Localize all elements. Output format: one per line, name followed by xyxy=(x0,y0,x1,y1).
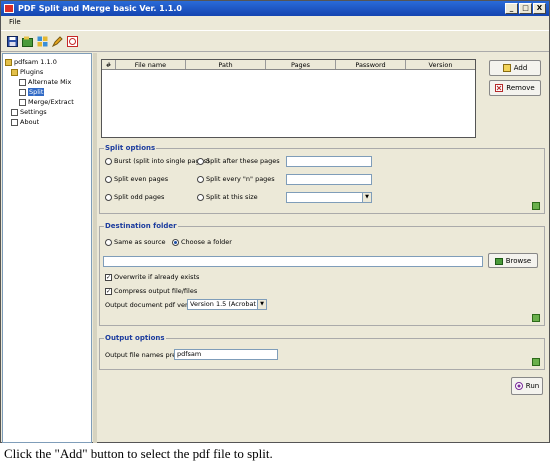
output-options-group: Output options Output file names prefix:… xyxy=(99,334,545,370)
column-version[interactable]: Version xyxy=(406,60,475,69)
save-icon[interactable] xyxy=(7,36,18,47)
split-after-pages-input[interactable] xyxy=(286,156,372,167)
folder-browse-icon xyxy=(494,257,503,265)
column-file-name[interactable]: File name xyxy=(116,60,186,69)
split-every-n-input[interactable] xyxy=(286,174,372,185)
split-panel: # File name Path Pages Password Version … xyxy=(97,53,549,443)
page-icon xyxy=(11,118,18,126)
app-window: PDF Split and Merge basic Ver. 1.1.0 _ □… xyxy=(0,0,550,443)
run-button[interactable]: Run xyxy=(511,377,543,395)
help-corner-icon[interactable] xyxy=(532,202,540,210)
window-title: PDF Split and Merge basic Ver. 1.1.0 xyxy=(18,4,182,13)
tree-item-about[interactable]: About xyxy=(5,117,89,127)
prefix-input[interactable]: pdfsam xyxy=(174,349,278,360)
open-icon[interactable] xyxy=(22,36,33,47)
radio-split-even[interactable]: Split even pages xyxy=(105,175,168,183)
menu-bar: File xyxy=(1,16,549,29)
browse-button[interactable]: Browse xyxy=(488,253,538,268)
overwrite-checkbox[interactable]: ✓ Overwrite if already exists xyxy=(105,273,199,281)
plugin-tree: pdfsam 1.1.0 Plugins Alternate Mix Split… xyxy=(2,53,92,443)
help-corner-icon[interactable] xyxy=(532,314,540,322)
folder-icon xyxy=(5,58,12,66)
file-table-header: # File name Path Pages Password Version xyxy=(102,60,475,70)
tree-plugins[interactable]: Plugins xyxy=(5,67,89,77)
run-icon xyxy=(514,382,523,390)
close-button[interactable]: X xyxy=(533,3,546,14)
pdf-version-select[interactable]: Version 1.5 (Acrobat 6) ▼ xyxy=(187,299,267,310)
chevron-down-icon: ▼ xyxy=(257,300,266,309)
add-button[interactable]: Add xyxy=(489,60,541,76)
instruction-caption: Click the "Add" button to select the pdf… xyxy=(4,446,273,461)
output-options-title: Output options xyxy=(104,334,166,343)
radio-split-size[interactable]: Split at this size xyxy=(197,193,258,201)
page-icon xyxy=(11,108,18,116)
tree-item-alternate-mix[interactable]: Alternate Mix xyxy=(5,77,89,87)
title-bar: PDF Split and Merge basic Ver. 1.1.0 _ □… xyxy=(1,1,549,16)
radio-burst[interactable]: Burst (split into single pages) xyxy=(105,157,210,165)
column-password[interactable]: Password xyxy=(336,60,406,69)
help-corner-icon[interactable] xyxy=(532,358,540,366)
help-icon[interactable] xyxy=(67,36,78,47)
remove-button[interactable]: Remove xyxy=(489,80,541,96)
file-table[interactable]: # File name Path Pages Password Version xyxy=(101,59,476,138)
radio-split-odd[interactable]: Split odd pages xyxy=(105,193,164,201)
toolbar xyxy=(1,30,549,52)
grid-icon[interactable] xyxy=(37,36,48,47)
maximize-button[interactable]: □ xyxy=(519,3,532,14)
page-icon xyxy=(19,98,26,106)
folder-icon xyxy=(11,68,18,76)
column-path[interactable]: Path xyxy=(186,60,266,69)
destination-folder-title: Destination folder xyxy=(104,222,178,231)
page-icon xyxy=(19,78,26,86)
radio-choose-folder[interactable]: Choose a folder xyxy=(172,238,232,246)
column-pages[interactable]: Pages xyxy=(266,60,336,69)
pdf-app-icon xyxy=(4,4,14,13)
destination-folder-input[interactable] xyxy=(103,256,483,267)
chevron-down-icon: ▼ xyxy=(362,193,371,202)
tree-item-merge-extract[interactable]: Merge/Extract xyxy=(5,97,89,107)
tree-item-split[interactable]: Split xyxy=(5,87,89,97)
split-options-title: Split options xyxy=(104,144,157,153)
radio-split-after[interactable]: Split after these pages xyxy=(197,157,280,165)
menu-file[interactable]: File xyxy=(9,18,21,26)
compress-checkbox[interactable]: ✓ Compress output file/files xyxy=(105,287,197,295)
split-options-group: Split options Burst (split into single p… xyxy=(99,144,545,214)
tree-item-settings[interactable]: Settings xyxy=(5,107,89,117)
destination-folder-group: Destination folder Same as source Choose… xyxy=(99,222,545,326)
split-size-select[interactable]: ▼ xyxy=(286,192,372,203)
remove-icon xyxy=(495,84,504,92)
add-file-icon xyxy=(502,64,511,72)
column-index[interactable]: # xyxy=(102,60,116,69)
page-icon xyxy=(19,88,26,96)
radio-same-as-source[interactable]: Same as source xyxy=(105,238,166,246)
radio-split-every-n[interactable]: Split every "n" pages xyxy=(197,175,275,183)
minimize-button[interactable]: _ xyxy=(505,3,518,14)
tree-root[interactable]: pdfsam 1.1.0 xyxy=(5,57,89,67)
edit-icon[interactable] xyxy=(51,36,63,48)
